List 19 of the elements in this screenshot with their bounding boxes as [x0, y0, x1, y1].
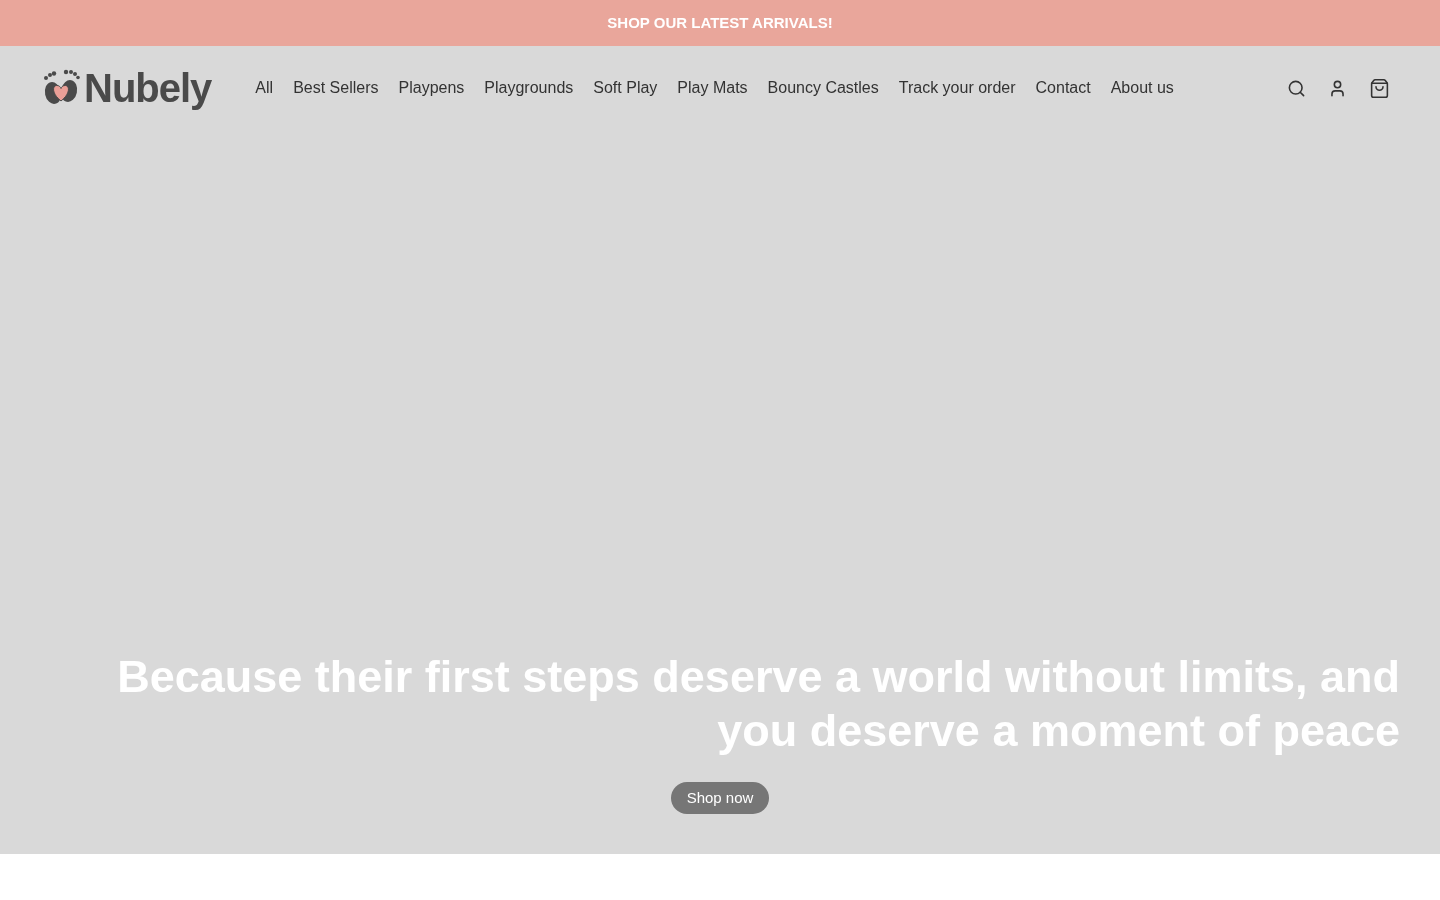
nav-link[interactable]: Track your order — [898, 76, 1016, 100]
logo-link[interactable]: Nubely — [42, 68, 212, 108]
shop-now-button[interactable]: Shop now — [670, 781, 770, 814]
nav-link[interactable]: Play Mats — [677, 76, 748, 100]
footprints-heart-icon — [42, 69, 80, 107]
search-button[interactable] — [1287, 78, 1306, 98]
nav-link[interactable]: Soft Play — [593, 76, 658, 100]
nav-link[interactable]: Bouncy Castles — [767, 76, 879, 100]
nav-link[interactable]: Best Sellers — [293, 76, 379, 100]
person-icon — [1328, 78, 1347, 98]
nav-link[interactable]: About us — [1110, 76, 1174, 100]
cart-button[interactable] — [1369, 77, 1390, 99]
account-button[interactable] — [1328, 78, 1347, 98]
nav-link[interactable]: Playpens — [398, 76, 465, 100]
nav-link[interactable]: Playgrounds — [484, 76, 574, 100]
bag-icon — [1369, 77, 1390, 99]
nav-link[interactable]: All — [255, 76, 274, 100]
search-icon — [1287, 78, 1306, 98]
nav-link[interactable]: Contact — [1035, 76, 1091, 100]
